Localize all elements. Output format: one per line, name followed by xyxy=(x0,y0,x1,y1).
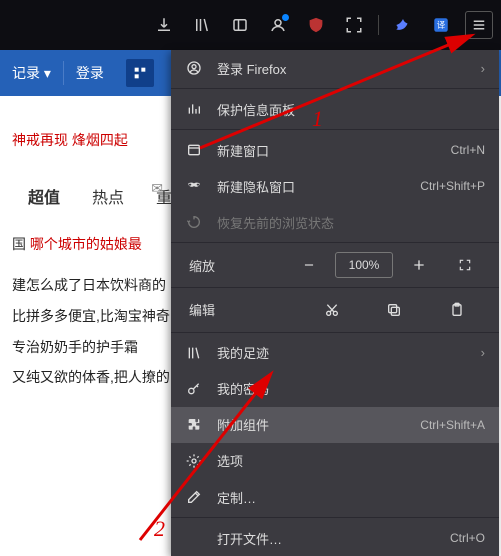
menu-item-label: 我的密码 xyxy=(217,379,485,398)
window-icon xyxy=(185,141,203,159)
menu-options[interactable]: 选项 xyxy=(171,443,499,479)
screenshot-icon[interactable] xyxy=(340,11,368,39)
account-icon xyxy=(185,59,203,77)
puzzle-icon xyxy=(185,416,203,434)
fullscreen-button[interactable] xyxy=(445,250,485,280)
gear-icon xyxy=(185,452,203,470)
bird-icon[interactable] xyxy=(389,11,417,39)
restore-icon xyxy=(185,213,203,231)
menu-restore-session: 恢复先前的浏览状态 xyxy=(171,204,499,240)
chart-icon xyxy=(185,100,203,118)
shield-icon[interactable] xyxy=(302,11,330,39)
zoom-label: 缩放 xyxy=(185,256,215,275)
chevron-right-icon: › xyxy=(481,61,485,76)
zoom-percent[interactable]: 100% xyxy=(335,252,393,278)
key-icon xyxy=(185,380,203,398)
menu-separator xyxy=(171,517,499,518)
menu-item-label: 新建窗口 xyxy=(217,141,437,160)
menu-item-label: 新建隐私窗口 xyxy=(217,177,406,196)
menu-separator xyxy=(171,129,499,130)
mask-icon xyxy=(185,177,203,195)
menu-separator xyxy=(171,332,499,333)
menu-login-firefox[interactable]: 登录 Firefox › xyxy=(171,50,499,86)
paintbrush-icon xyxy=(185,488,203,506)
library-icon xyxy=(185,344,203,362)
cut-button[interactable] xyxy=(304,295,361,325)
menu-open-file[interactable]: 打开文件… Ctrl+O xyxy=(171,520,499,556)
menu-item-label: 恢复先前的浏览状态 xyxy=(217,213,485,232)
menu-new-private-window[interactable]: 新建隐私窗口 Ctrl+Shift+P xyxy=(171,168,499,204)
menu-addons[interactable]: 附加组件 Ctrl+Shift+A xyxy=(171,407,499,443)
tab-deals[interactable]: 超值 xyxy=(12,176,76,216)
menu-zoom-row: 缩放 100% xyxy=(171,245,499,285)
account-icon[interactable] xyxy=(264,11,292,39)
app-menu-panel: 登录 Firefox › 保护信息面板 新建窗口 Ctrl+N 新建隐私窗口 C… xyxy=(171,50,499,556)
browser-toolbar: 译 xyxy=(0,0,501,50)
translate-icon[interactable]: 译 xyxy=(427,11,455,39)
header-records[interactable]: 记录 ▾ xyxy=(8,61,63,85)
header-qr-icon[interactable] xyxy=(126,59,154,87)
menu-item-label: 我的足迹 xyxy=(217,343,467,362)
menu-new-window[interactable]: 新建窗口 Ctrl+N xyxy=(171,132,499,168)
menu-shortcut: Ctrl+Shift+P xyxy=(420,179,485,193)
hamburger-menu-button[interactable] xyxy=(465,11,493,39)
mail-icon[interactable]: ✉ xyxy=(151,180,163,197)
menu-history[interactable]: 我的足迹 › xyxy=(171,335,499,371)
news-prefix: 国 xyxy=(12,236,26,252)
menu-protection-dashboard[interactable]: 保护信息面板 xyxy=(171,91,499,127)
menu-shortcut: Ctrl+N xyxy=(451,143,485,157)
menu-shortcut: Ctrl+O xyxy=(450,531,485,545)
menu-separator xyxy=(171,287,499,288)
menu-item-label: 附加组件 xyxy=(217,415,406,434)
sidebar-icon[interactable] xyxy=(226,11,254,39)
menu-shortcut: Ctrl+Shift+A xyxy=(420,418,485,432)
news-red-link[interactable]: 哪个城市的姑娘最 xyxy=(30,236,142,252)
copy-button[interactable] xyxy=(366,295,423,325)
menu-item-label: 登录 Firefox xyxy=(217,59,467,78)
menu-item-label: 打开文件… xyxy=(217,529,436,548)
svg-text:译: 译 xyxy=(437,21,446,30)
edit-label: 编辑 xyxy=(185,300,215,319)
paste-button[interactable] xyxy=(429,295,486,325)
menu-separator xyxy=(171,88,499,89)
chevron-right-icon: › xyxy=(481,345,485,360)
zoom-in-button[interactable] xyxy=(399,250,439,280)
blank-icon xyxy=(185,529,203,547)
menu-passwords[interactable]: 我的密码 xyxy=(171,371,499,407)
menu-item-label: 保护信息面板 xyxy=(217,100,485,119)
tab-hot[interactable]: 热点 xyxy=(76,176,140,216)
menu-item-label: 定制… xyxy=(217,488,485,507)
zoom-out-button[interactable] xyxy=(289,250,329,280)
download-icon[interactable] xyxy=(150,11,178,39)
header-login[interactable]: 登录 xyxy=(63,61,116,85)
toolbar-separator xyxy=(378,15,379,35)
menu-edit-row: 编辑 xyxy=(171,290,499,330)
menu-separator xyxy=(171,242,499,243)
library-icon[interactable] xyxy=(188,11,216,39)
menu-item-label: 选项 xyxy=(217,451,485,470)
menu-customize[interactable]: 定制… xyxy=(171,479,499,515)
